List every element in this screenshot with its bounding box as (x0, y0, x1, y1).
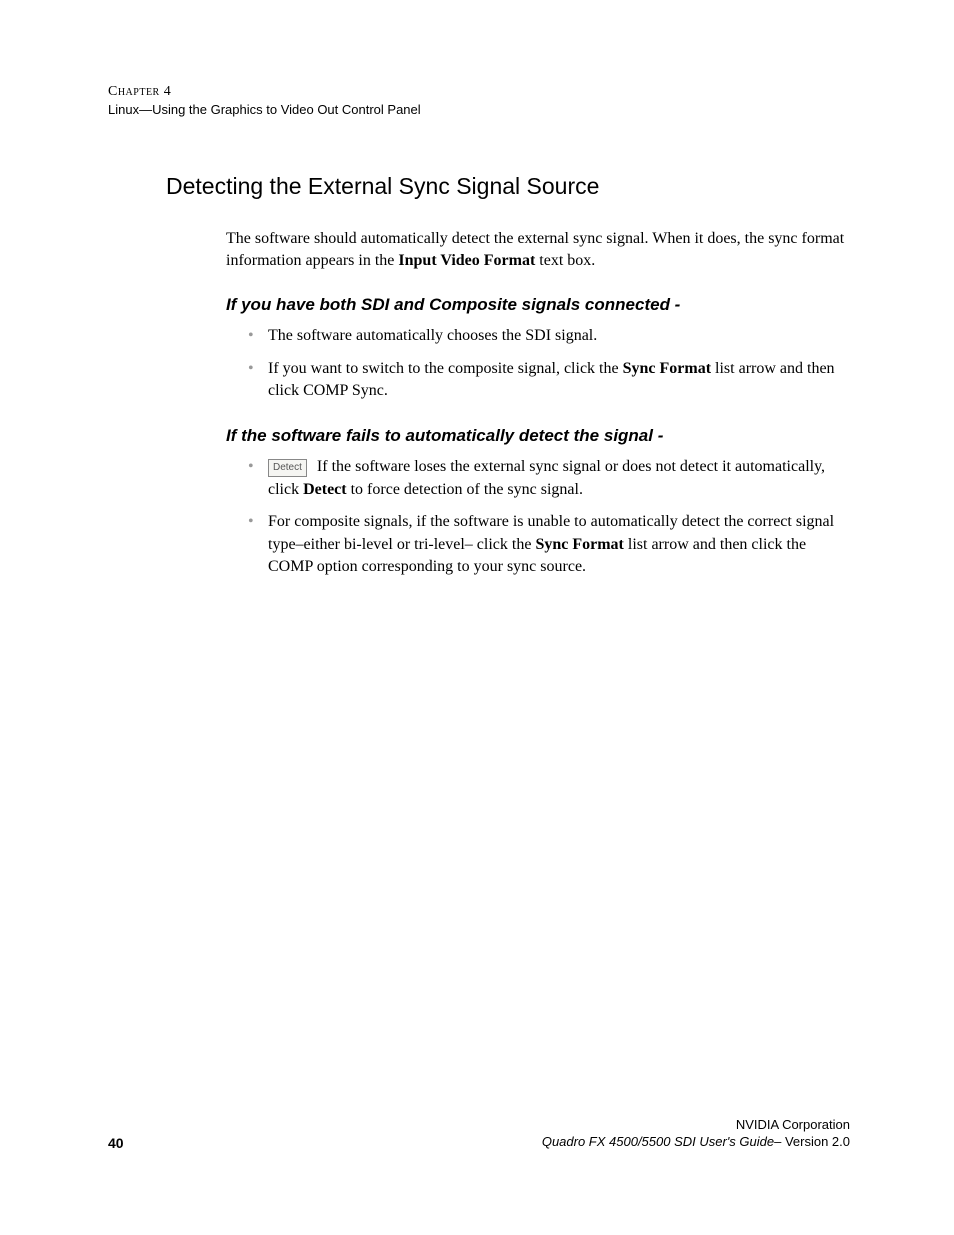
footer-right: NVIDIA Corporation Quadro FX 4500/5500 S… (542, 1116, 850, 1151)
section-title: Detecting the External Sync Signal Sourc… (166, 173, 850, 200)
list-item: For composite signals, if the software i… (248, 511, 850, 578)
page-number: 40 (108, 1135, 124, 1151)
bullet-text-pre: If you want to switch to the composite s… (268, 360, 623, 377)
footer-version: – Version 2.0 (774, 1134, 850, 1149)
subheading-fail-detect: If the software fails to automatically d… (226, 426, 850, 446)
bullet-list-1: The software automatically chooses the S… (248, 325, 850, 402)
bullet-text: The software automatically chooses the S… (268, 327, 597, 344)
footer: 40 NVIDIA Corporation Quadro FX 4500/550… (108, 1116, 850, 1151)
header-subtitle: Linux—Using the Graphics to Video Out Co… (108, 102, 850, 117)
footer-guide: Quadro FX 4500/5500 SDI User's Guide (542, 1134, 774, 1149)
header-chapter: Chapter 4 (108, 84, 850, 100)
list-item: The software automatically chooses the S… (248, 325, 850, 347)
bullet-text-post: to force detection of the sync signal. (347, 481, 583, 498)
bullet-bold: Sync Format (535, 536, 623, 553)
bullet-list-2: Detect If the software loses the externa… (248, 456, 850, 578)
list-item: Detect If the software loses the externa… (248, 456, 850, 501)
bullet-bold: Detect (303, 481, 347, 498)
intro-paragraph: The software should automatically detect… (226, 228, 850, 271)
intro-bold: Input Video Format (398, 252, 535, 269)
detect-button-icon: Detect (268, 459, 307, 477)
subheading-sdi-composite: If you have both SDI and Composite signa… (226, 295, 850, 315)
footer-company: NVIDIA Corporation (542, 1116, 850, 1134)
page: Chapter 4 Linux—Using the Graphics to Vi… (0, 0, 954, 1235)
intro-text-post: text box. (535, 252, 595, 269)
bullet-bold: Sync Format (623, 360, 711, 377)
list-item: If you want to switch to the composite s… (248, 358, 850, 403)
